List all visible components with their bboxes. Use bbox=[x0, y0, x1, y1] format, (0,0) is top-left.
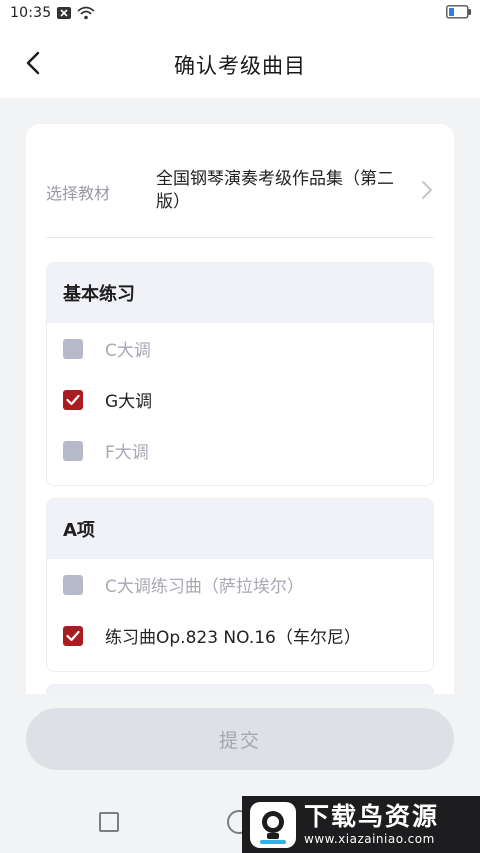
status-bar: 10:35 bbox=[0, 0, 480, 26]
section-title: A项 bbox=[47, 499, 433, 559]
list-item[interactable]: F大调 bbox=[47, 425, 433, 476]
submit-button[interactable]: 提交 bbox=[26, 708, 454, 770]
wifi-icon bbox=[77, 6, 95, 20]
list-item[interactable]: C大调练习曲（萨拉埃尔） bbox=[47, 559, 433, 610]
section-next-partial bbox=[46, 684, 434, 694]
battery-icon bbox=[446, 5, 472, 23]
item-label: G大调 bbox=[105, 392, 153, 412]
checkbox-unchecked[interactable] bbox=[63, 440, 83, 461]
page-title: 确认考级曲目 bbox=[174, 54, 306, 78]
checkmark-icon bbox=[66, 394, 80, 405]
checkbox-checked[interactable] bbox=[63, 389, 83, 410]
recents-button[interactable] bbox=[99, 812, 119, 832]
section-basic-practice: 基本练习 C大调 G大调 F大调 bbox=[46, 262, 434, 486]
notification-x-icon bbox=[57, 7, 72, 19]
watermark-url: www.xiazainiao.com bbox=[304, 831, 435, 846]
section-a: A项 C大调练习曲（萨拉埃尔） 练习曲Op.823 NO.16（车尔尼） bbox=[46, 498, 434, 672]
chevron-right-icon bbox=[418, 180, 436, 200]
textbook-value: 全国钢琴演奏考级作品集（第二版） bbox=[156, 169, 394, 212]
list-item[interactable]: 练习曲Op.823 NO.16（车尔尼） bbox=[47, 610, 433, 661]
checkmark-icon bbox=[66, 630, 80, 641]
watermark-brand: 下载鸟资源 bbox=[304, 801, 440, 831]
status-time: 10:35 bbox=[10, 5, 52, 21]
item-label: F大调 bbox=[105, 443, 149, 463]
section-title: 基本练习 bbox=[47, 263, 433, 323]
item-label: C大调 bbox=[105, 341, 151, 361]
checkbox-unchecked[interactable] bbox=[63, 338, 83, 359]
section-header-partial bbox=[47, 685, 433, 694]
bird-logo-icon bbox=[250, 801, 296, 848]
checkbox-checked[interactable] bbox=[63, 625, 83, 646]
item-label: C大调练习曲（萨拉埃尔） bbox=[105, 577, 304, 597]
watermark-text: 下载鸟资源 www.xiazainiao.com bbox=[304, 801, 440, 847]
navigation-bar: 确认考级曲目 bbox=[0, 26, 480, 98]
list-item[interactable]: C大调 bbox=[47, 323, 433, 374]
textbook-selector[interactable]: 选择教材 全国钢琴演奏考级作品集（第二版） bbox=[46, 160, 434, 238]
list-item[interactable]: G大调 bbox=[47, 374, 433, 425]
textbook-label: 选择教材 bbox=[46, 184, 111, 203]
selection-card: 选择教材 全国钢琴演奏考级作品集（第二版） 基本练习 C大调 G大调 F大调 A… bbox=[26, 124, 454, 694]
checkbox-unchecked[interactable] bbox=[63, 574, 83, 595]
item-label: 练习曲Op.823 NO.16（车尔尼） bbox=[105, 628, 361, 648]
watermark-banner: 下载鸟资源 www.xiazainiao.com bbox=[242, 796, 480, 853]
